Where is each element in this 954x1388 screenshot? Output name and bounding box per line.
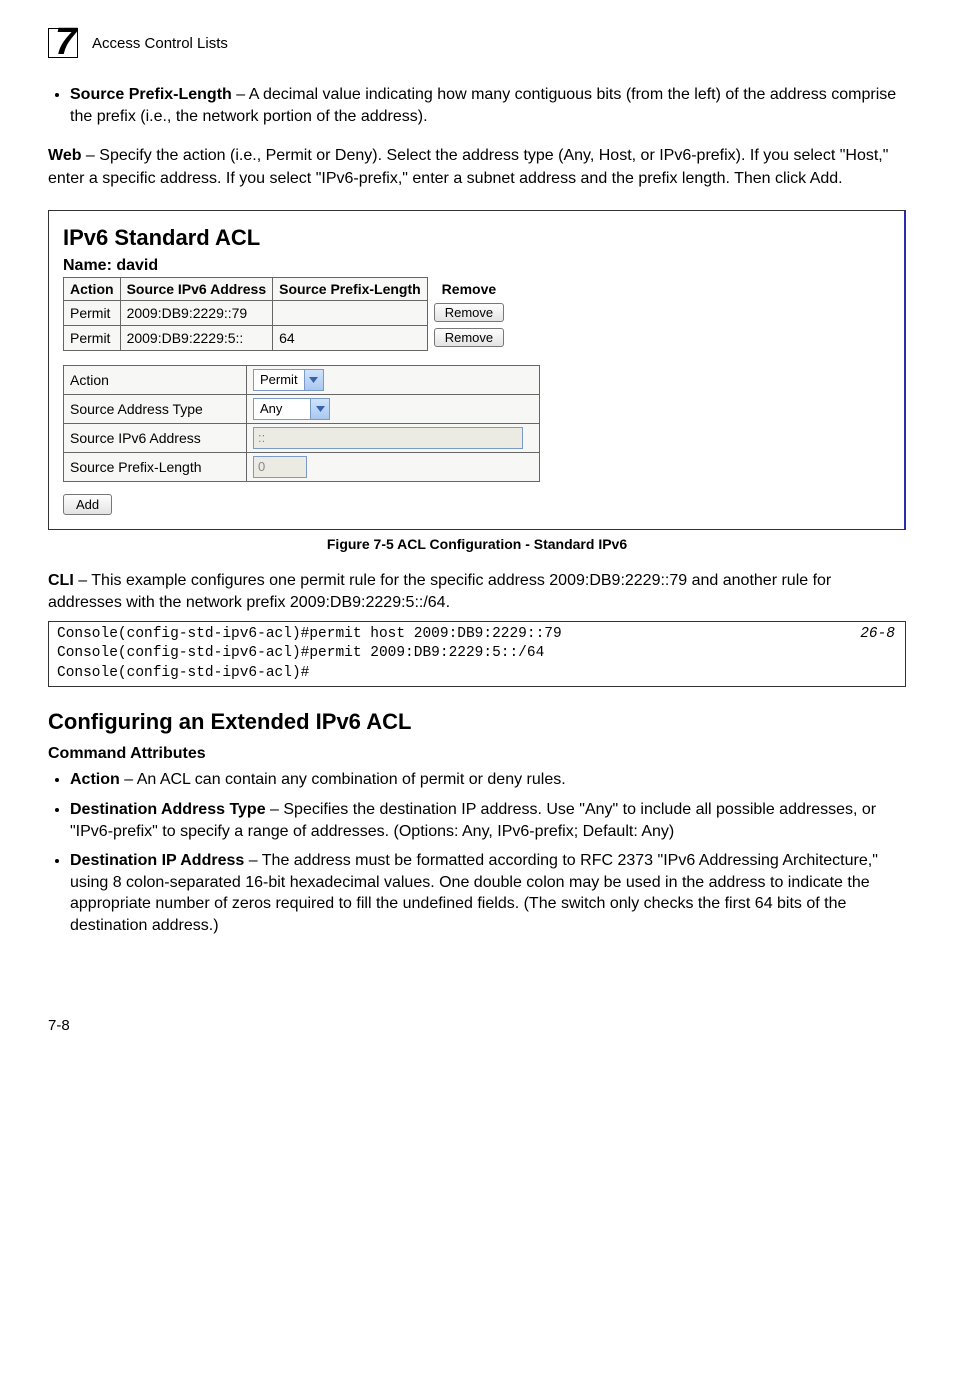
bullet-destination-address-type: Destination Address Type – Specifies the… [70,799,906,842]
form-row-spl: Source Prefix-Length 0 [64,452,540,481]
bullet-text: – An ACL can contain any combination of … [120,771,566,788]
cell-action: Permit [64,325,121,350]
form-row-action: Action Permit [64,365,540,394]
top-bullet-list: Source Prefix-Length – A decimal value i… [48,84,906,127]
cli-description: CLI – This example configures one permit… [48,570,906,615]
web-instructions: Web – Specify the action (i.e., Permit o… [48,145,906,190]
bullet-action: Action – An ACL can contain any combinat… [70,769,906,791]
cell-remove: Remove [427,325,510,350]
acl-screenshot: IPv6 Standard ACL Name: david Action Sou… [48,210,906,530]
attributes-bullet-list: Action – An ACL can contain any combinat… [48,769,906,936]
form-label-sip: Source IPv6 Address [64,423,247,452]
remove-button[interactable]: Remove [434,303,504,322]
bullet-source-prefix-length: Source Prefix-Length – A decimal value i… [70,84,906,127]
bullet-label: Destination IP Address [70,852,244,869]
table-row: Permit 2009:DB9:2229::79 Remove [64,300,511,325]
bullet-label: Source Prefix-Length [70,86,232,103]
bullet-destination-ip-address: Destination IP Address – The address mus… [70,850,906,936]
chapter-title: Access Control Lists [92,35,228,52]
col-action: Action [64,277,121,300]
chevron-down-icon [304,370,323,390]
chevron-down-icon [310,399,329,419]
form-table: Action Permit Source Address Type Any [63,365,540,482]
rules-table: Action Source IPv6 Address Source Prefix… [63,277,511,351]
bullet-label: Action [70,771,120,788]
code-line: Console(config-std-ipv6-acl)#permit 2009… [57,644,897,664]
sat-select-value: Any [254,401,310,416]
form-cell-spl: 0 [247,452,540,481]
source-prefix-length-input[interactable]: 0 [253,456,307,478]
col-prefix-length: Source Prefix-Length [273,277,428,300]
action-select-value: Permit [254,372,304,387]
form-label-action: Action [64,365,247,394]
figure-caption: Figure 7-5 ACL Configuration - Standard … [48,536,906,552]
chapter-number-box: 7 [48,28,78,58]
form-label-sat: Source Address Type [64,394,247,423]
action-select[interactable]: Permit [253,369,324,391]
form-cell-sip: :: [247,423,540,452]
cell-prefix [273,300,428,325]
bullet-label: Destination Address Type [70,801,266,818]
code-line: Console(config-std-ipv6-acl)# [57,664,897,684]
add-button[interactable]: Add [63,494,112,515]
section-heading: Configuring an Extended IPv6 ACL [48,709,906,735]
table-header-row: Action Source IPv6 Address Source Prefix… [64,277,511,300]
source-ipv6-address-input[interactable]: :: [253,427,523,449]
cell-addr: 2009:DB9:2229:5:: [120,325,273,350]
web-text: – Specify the action (i.e., Permit or De… [48,147,888,186]
acl-name-line: Name: david [63,257,890,275]
table-row: Permit 2009:DB9:2229:5:: 64 Remove [64,325,511,350]
form-row-sip: Source IPv6 Address :: [64,423,540,452]
form-label-spl: Source Prefix-Length [64,452,247,481]
cell-action: Permit [64,300,121,325]
col-remove: Remove [427,277,510,300]
code-line: Console(config-std-ipv6-acl)#permit host… [57,625,897,645]
col-source-address: Source IPv6 Address [120,277,273,300]
code-reference: 26-8 [860,625,895,645]
cell-addr: 2009:DB9:2229::79 [120,300,273,325]
cli-text: – This example configures one permit rul… [48,572,831,611]
form-cell-action: Permit [247,365,540,394]
command-attributes-label: Command Attributes [48,745,906,763]
web-lead: Web [48,147,81,164]
remove-button[interactable]: Remove [434,328,504,347]
form-row-sat: Source Address Type Any [64,394,540,423]
chapter-header: 7 Access Control Lists [48,28,906,58]
screenshot-heading: IPv6 Standard ACL [63,225,890,251]
form-cell-sat: Any [247,394,540,423]
chapter-number: 7 [55,21,76,64]
cell-remove: Remove [427,300,510,325]
source-address-type-select[interactable]: Any [253,398,330,420]
cli-code-block: 26-8 Console(config-std-ipv6-acl)#permit… [48,621,906,688]
page-number: 7-8 [48,1017,906,1034]
cli-lead: CLI [48,572,74,589]
cell-prefix: 64 [273,325,428,350]
